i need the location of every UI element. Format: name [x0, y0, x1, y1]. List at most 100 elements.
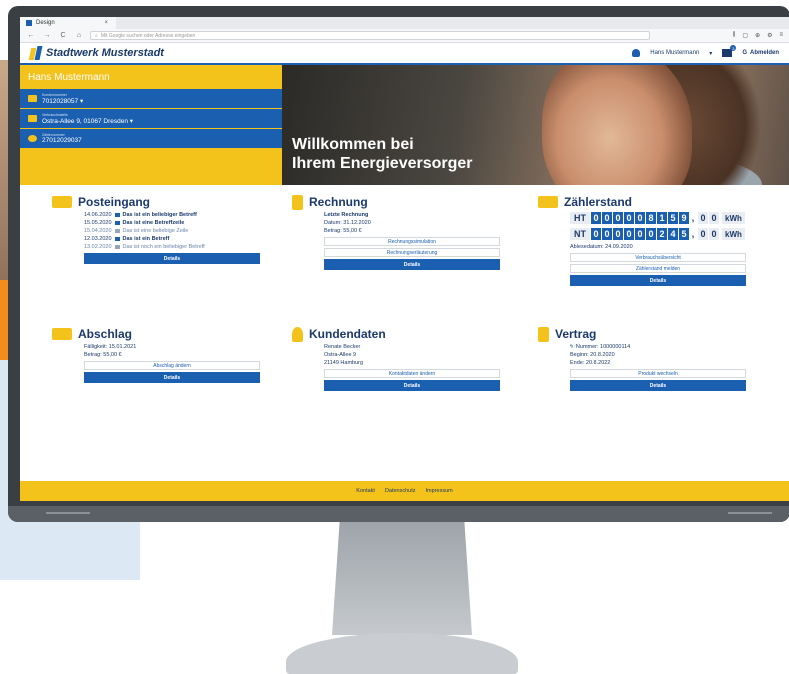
customer-number-select[interactable]: Kundennummer 7012028057 ▾: [20, 89, 282, 109]
meter-decimal-digit: 0: [698, 212, 708, 224]
message-item[interactable]: 15.05.2020 Das ist eine Betreffzeile: [84, 219, 260, 227]
message-item[interactable]: 15.04.2020 Das ist eine beliebige Zeile: [84, 227, 260, 235]
footer-link-imprint[interactable]: Impressum: [426, 488, 453, 494]
hero-title: Willkommen bei Ihrem Energieversorger: [292, 135, 473, 173]
person-icon: [292, 326, 303, 342]
meter-unit: kWh: [722, 212, 745, 224]
search-icon: ⌕: [95, 32, 98, 39]
report-reading-button[interactable]: Zählerstand melden: [570, 264, 746, 273]
meter-digit: 0: [602, 228, 612, 240]
envelope-icon: [52, 196, 72, 208]
meter-digit: 1: [657, 212, 667, 224]
vertrag-details-button[interactable]: Details: [570, 380, 746, 391]
user-menu[interactable]: Hans Mustermann: [650, 50, 699, 56]
invoice-date: Datum: 31.12.2020: [324, 220, 371, 226]
meter-digit: 0: [646, 228, 656, 240]
footer-link-contact[interactable]: Kontakt: [356, 488, 375, 494]
meter-nt-label: NT: [570, 228, 590, 240]
close-tab-icon[interactable]: ×: [104, 20, 108, 26]
posteingang-details-button[interactable]: Details: [84, 253, 260, 264]
meter-unit: kWh: [722, 228, 745, 240]
change-installment-button[interactable]: Abschlag ändern: [84, 361, 260, 370]
invoice-simulation-button[interactable]: Rechnungssimulation: [324, 237, 500, 246]
customer-contact-name: Renate Becker: [324, 344, 361, 350]
address-bar[interactable]: ⌕ Mit Google suchen oder Adresse eingebe…: [90, 31, 650, 40]
user-icon: [632, 49, 641, 57]
app-footer: Kontakt Datenschutz Impressum: [20, 481, 789, 501]
meter-digit: 0: [613, 212, 623, 224]
address-select[interactable]: Verbrauchsstelle Ostra-Allee 9, 01067 Dr…: [20, 109, 282, 129]
meter-nt: NT 0 0 0 0 0 0 2 4 5, 0 0 kWh: [570, 227, 746, 241]
home-icon[interactable]: ⌂: [74, 32, 84, 39]
monitor-base: [286, 633, 518, 674]
monitor-stand: [332, 510, 472, 635]
forward-icon[interactable]: →: [42, 32, 52, 39]
contract-end: Ende: 20.8.2022: [570, 360, 611, 366]
logo-text[interactable]: Stadtwerk Musterstadt: [46, 47, 164, 59]
invoice-explanation-button[interactable]: Rechnungserläuterung: [324, 248, 500, 257]
envelope-open-icon: [114, 245, 120, 249]
money-icon: [52, 328, 72, 340]
lightning-icon: ϟ: [570, 344, 573, 350]
address-value: Ostra-Allee 9, 01067 Dresden ▾: [42, 117, 134, 125]
menu-icon[interactable]: ≡: [779, 32, 783, 39]
mail-icon[interactable]: 3: [722, 45, 737, 57]
monitor-screen: Design × ← → C ⌂ ⌕ Mit Google suchen ode…: [20, 17, 789, 501]
meter-ht: HT 0 0 0 0 0 8 1 5 9, 0 0 kWh: [570, 211, 746, 225]
switch-product-button[interactable]: Produkt wechseln: [570, 369, 746, 378]
settings-icon[interactable]: ⚙: [767, 32, 772, 39]
logout-button[interactable]: G Abmelden: [742, 50, 779, 56]
meter-digit: 0: [624, 212, 634, 224]
message-list: 14.06.2020 Das ist ein beliebiger Betreff…: [84, 211, 260, 264]
installment-summary: Fälligkeit: 15.01.2021 Betrag: 55,00 € A…: [84, 343, 260, 383]
card-posteingang: Posteingang 14.06.2020 Das ist ein belieb…: [52, 193, 260, 264]
message-item[interactable]: 12.03.2020 Das ist ein Betreff: [84, 235, 260, 243]
message-item[interactable]: 14.06.2020 Das ist ein beliebiger Betreff: [84, 211, 260, 219]
contract-summary: ϟ Nummer: 1000000114 Beginn: 20.8.2020 En…: [570, 343, 746, 391]
id-card-icon: [28, 95, 37, 102]
library-icon[interactable]: ⫼: [733, 32, 736, 39]
meter-icon: [538, 196, 558, 208]
meter-digit: 8: [646, 212, 656, 224]
customer-city: 21149 Hamburg: [324, 360, 364, 366]
installment-due: Fälligkeit: 15.01.2021: [84, 344, 137, 350]
invoice-heading: Letzte Rechnung: [324, 212, 369, 218]
change-contact-button[interactable]: Kontaktdaten ändern: [324, 369, 500, 378]
consumption-overview-button[interactable]: Verbrauchsübersicht: [570, 253, 746, 262]
card-rechnung: Rechnung Letzte Rechnung Datum: 31.12.20…: [292, 193, 500, 270]
message-item[interactable]: 13.02.2020 Das ist noch ein beliebiger Be…: [84, 243, 260, 251]
product-mockup-scene: Design × ← → C ⌂ ⌕ Mit Google suchen ode…: [0, 0, 789, 674]
card-kundendaten: Kundendaten Renate Becker Ostra-Allee 9 …: [292, 325, 500, 391]
meter-number-value: 27012029037: [42, 137, 82, 144]
zaehlerstand-details-button[interactable]: Details: [570, 275, 746, 286]
abschlag-details-button[interactable]: Details: [84, 372, 260, 383]
chevron-down-icon[interactable]: ▾: [709, 50, 712, 57]
meter-digit: 2: [657, 228, 667, 240]
meter-digit: 9: [679, 212, 689, 224]
meter-digit: 5: [668, 212, 678, 224]
meter-digit: 0: [591, 228, 601, 240]
card-title: Posteingang: [78, 195, 151, 209]
meter-icon: [28, 135, 37, 142]
kundendaten-details-button[interactable]: Details: [324, 380, 500, 391]
customer-panel: Hans Mustermann Kundennummer 7012028057 …: [20, 65, 282, 185]
rechnung-details-button[interactable]: Details: [324, 259, 500, 270]
footer-link-privacy[interactable]: Datenschutz: [385, 488, 416, 494]
contract-icon: [538, 326, 549, 342]
extension-icon[interactable]: ⊕: [755, 32, 760, 39]
meter-decimal-digit: 0: [698, 228, 708, 240]
app-header: Stadtwerk Musterstadt Hans Mustermann ▾ …: [20, 43, 789, 65]
hero-title-line2: Ihrem Energieversorger: [292, 155, 473, 172]
browser-tab[interactable]: Design ×: [20, 17, 116, 29]
meter-digit: 0: [635, 228, 645, 240]
back-icon[interactable]: ←: [26, 32, 36, 39]
reload-icon[interactable]: C: [58, 32, 68, 39]
contract-start: Beginn: 20.8.2020: [570, 352, 615, 358]
monitor-chin-mark: [728, 512, 772, 514]
envelope-open-icon: [114, 229, 120, 233]
read-date: Ablesedatum: 24.09.2020: [570, 244, 633, 250]
meter-ht-label: HT: [570, 212, 590, 224]
mail-count-badge: 3: [730, 45, 737, 51]
meter-digit: 4: [668, 228, 678, 240]
sidebar-icon[interactable]: ▢: [742, 32, 748, 39]
